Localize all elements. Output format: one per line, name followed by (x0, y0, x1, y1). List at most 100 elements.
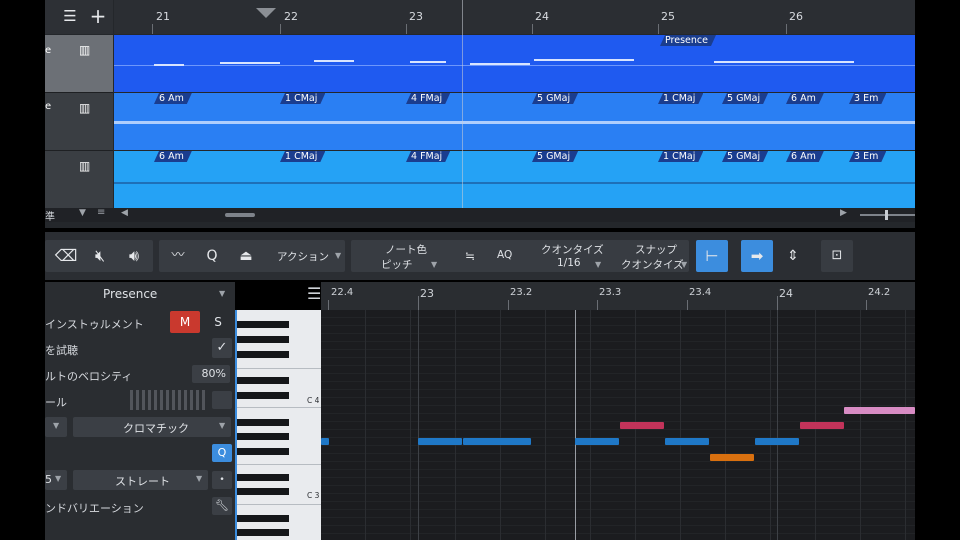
note[interactable] (665, 438, 709, 445)
chord-tag[interactable]: 1 CMaj (280, 93, 325, 104)
black-key[interactable] (235, 351, 289, 358)
key-divider (235, 464, 321, 465)
scale-button[interactable] (212, 391, 232, 409)
quantize-mode-select[interactable]: ストレート ▼ (73, 470, 208, 490)
black-key[interactable] (235, 474, 289, 481)
audio-bend-icon[interactable]: 〰 (163, 240, 193, 272)
track-name-fragment: e (45, 45, 52, 56)
aq-button[interactable]: AQ (497, 249, 512, 261)
black-key[interactable] (235, 321, 289, 328)
loop-marker[interactable] (256, 8, 276, 18)
root-select[interactable]: ▼ (45, 417, 67, 437)
mute-button[interactable]: M (170, 311, 200, 333)
chord-tag[interactable]: 5 GMaj (722, 151, 768, 162)
wrench-icon[interactable]: 🔧︎ (212, 497, 232, 515)
chord-tag[interactable]: 5 GMaj (532, 93, 578, 104)
snap-label: スナップ (635, 244, 677, 256)
zoom-slider-handle[interactable] (885, 210, 888, 220)
mute-tool-icon[interactable]: 🔇︎ (87, 240, 113, 272)
legato-icon[interactable]: ⏏ (233, 240, 259, 272)
chevron-down-icon: ▼ (55, 474, 62, 483)
quantize-option-button[interactable]: • (212, 471, 232, 489)
chord-tag[interactable]: 6 Am (786, 151, 824, 162)
piano-keyboard[interactable]: C 4 C 3 (235, 310, 321, 540)
add-track-icon[interactable]: + (87, 0, 109, 32)
chord-tag[interactable]: 4 FMaj (406, 151, 450, 162)
ruler-label: 22.4 (331, 287, 354, 298)
chevron-down-icon[interactable]: ▼ (219, 289, 225, 298)
chord-tag[interactable]: 3 Em (849, 93, 886, 104)
track-header-3[interactable]: ▥ (45, 151, 113, 209)
chord-tag[interactable]: 6 Am (786, 93, 824, 104)
chord-tag[interactable]: 6 Am (154, 93, 192, 104)
action-menu[interactable]: アクション (277, 249, 329, 264)
solo-button[interactable]: S (205, 311, 231, 333)
snap-select[interactable]: クオンタイズ (621, 257, 684, 272)
black-key[interactable] (235, 336, 289, 343)
velocity-field[interactable]: 80% (192, 365, 230, 383)
track-lane-3[interactable]: 6 Am 1 CMaj 4 FMaj 5 GMaj 1 CMaj 5 GMaj … (114, 151, 915, 208)
listen-tool-icon[interactable]: 🔊︎ (121, 240, 147, 272)
quantize-amount-select[interactable]: 5 ▼ (45, 470, 67, 490)
ruler-tick (866, 300, 867, 310)
arrange-ruler[interactable]: 21 22 23 24 25 26 (114, 0, 915, 34)
note[interactable] (844, 407, 915, 414)
transform-icon[interactable]: ≒ (457, 240, 483, 272)
chord-tag[interactable]: 6 Am (154, 151, 192, 162)
chord-tag[interactable]: 1 CMaj (658, 93, 703, 104)
black-key[interactable] (235, 448, 289, 455)
menu-icon[interactable]: ≡ (97, 207, 105, 218)
scroll-right-icon[interactable]: ▶ (840, 208, 847, 218)
ruler-tick (777, 296, 778, 310)
black-key[interactable] (235, 529, 289, 536)
note[interactable] (620, 422, 664, 429)
track-lane-2[interactable]: 6 Am 1 CMaj 4 FMaj 5 GMaj 1 CMaj 5 GMaj … (114, 93, 915, 150)
ruler-tick (328, 300, 329, 310)
chevron-down-icon[interactable]: ▼ (79, 208, 86, 218)
autoscroll-button[interactable]: ➡ (741, 240, 773, 272)
note[interactable] (418, 438, 462, 445)
black-key[interactable] (235, 392, 289, 399)
chord-tag[interactable]: 5 GMaj (532, 151, 578, 162)
quantize-icon[interactable]: Q (199, 240, 225, 272)
note[interactable] (800, 422, 844, 429)
chord-tag[interactable]: 4 FMaj (406, 93, 450, 104)
track-lane-1[interactable]: Presence (114, 35, 915, 92)
quantize-toggle[interactable]: Q (212, 444, 232, 462)
track-header-1[interactable]: e ▥ (45, 35, 113, 93)
note-grid[interactable] (321, 310, 915, 540)
scale-select[interactable]: クロマチック ▼ (73, 417, 231, 437)
scroll-left-icon[interactable]: ◀ (121, 208, 128, 218)
black-key[interactable] (235, 433, 289, 440)
note[interactable] (710, 454, 754, 461)
note[interactable] (321, 438, 329, 445)
chord-tag[interactable]: 5 GMaj (722, 93, 768, 104)
track-list-icon[interactable]: ☰ (59, 0, 81, 32)
note-color-select[interactable]: ピッチ (381, 257, 413, 272)
bar-label: 23 (409, 10, 423, 23)
black-key[interactable] (235, 419, 289, 426)
chord-tag[interactable]: 3 Em (849, 151, 886, 162)
track-header-2[interactable]: e ▥ (45, 93, 113, 151)
playhead-line (462, 0, 463, 208)
horizontal-scrollbar[interactable] (225, 213, 255, 217)
follow-icon[interactable]: ⇕ (779, 240, 807, 272)
black-key[interactable] (235, 488, 289, 495)
note[interactable] (755, 438, 799, 445)
snap-to-grid-button[interactable]: ⊢ (696, 240, 728, 272)
black-key[interactable] (235, 515, 289, 522)
inspector-toggle-button[interactable]: ⊡ (821, 240, 853, 272)
eraser-icon[interactable]: ⌫ (53, 240, 79, 272)
note-event (534, 59, 634, 61)
audition-checkbox[interactable]: ✓ (212, 338, 232, 358)
editor-ruler[interactable]: ☰ 22.4 23 23.2 23.3 23.4 24 24.2 (307, 282, 915, 310)
black-key[interactable] (235, 377, 289, 384)
scale-keys[interactable] (130, 390, 208, 410)
chord-tag[interactable]: 1 CMaj (280, 151, 325, 162)
note[interactable] (575, 438, 619, 445)
ruler-label: 23.2 (510, 287, 533, 298)
chord-tag[interactable]: 1 CMaj (658, 151, 703, 162)
menu-icon[interactable]: ☰ (307, 284, 321, 303)
note[interactable] (463, 438, 531, 445)
quantize-value-select[interactable]: 1/16 (557, 257, 581, 269)
